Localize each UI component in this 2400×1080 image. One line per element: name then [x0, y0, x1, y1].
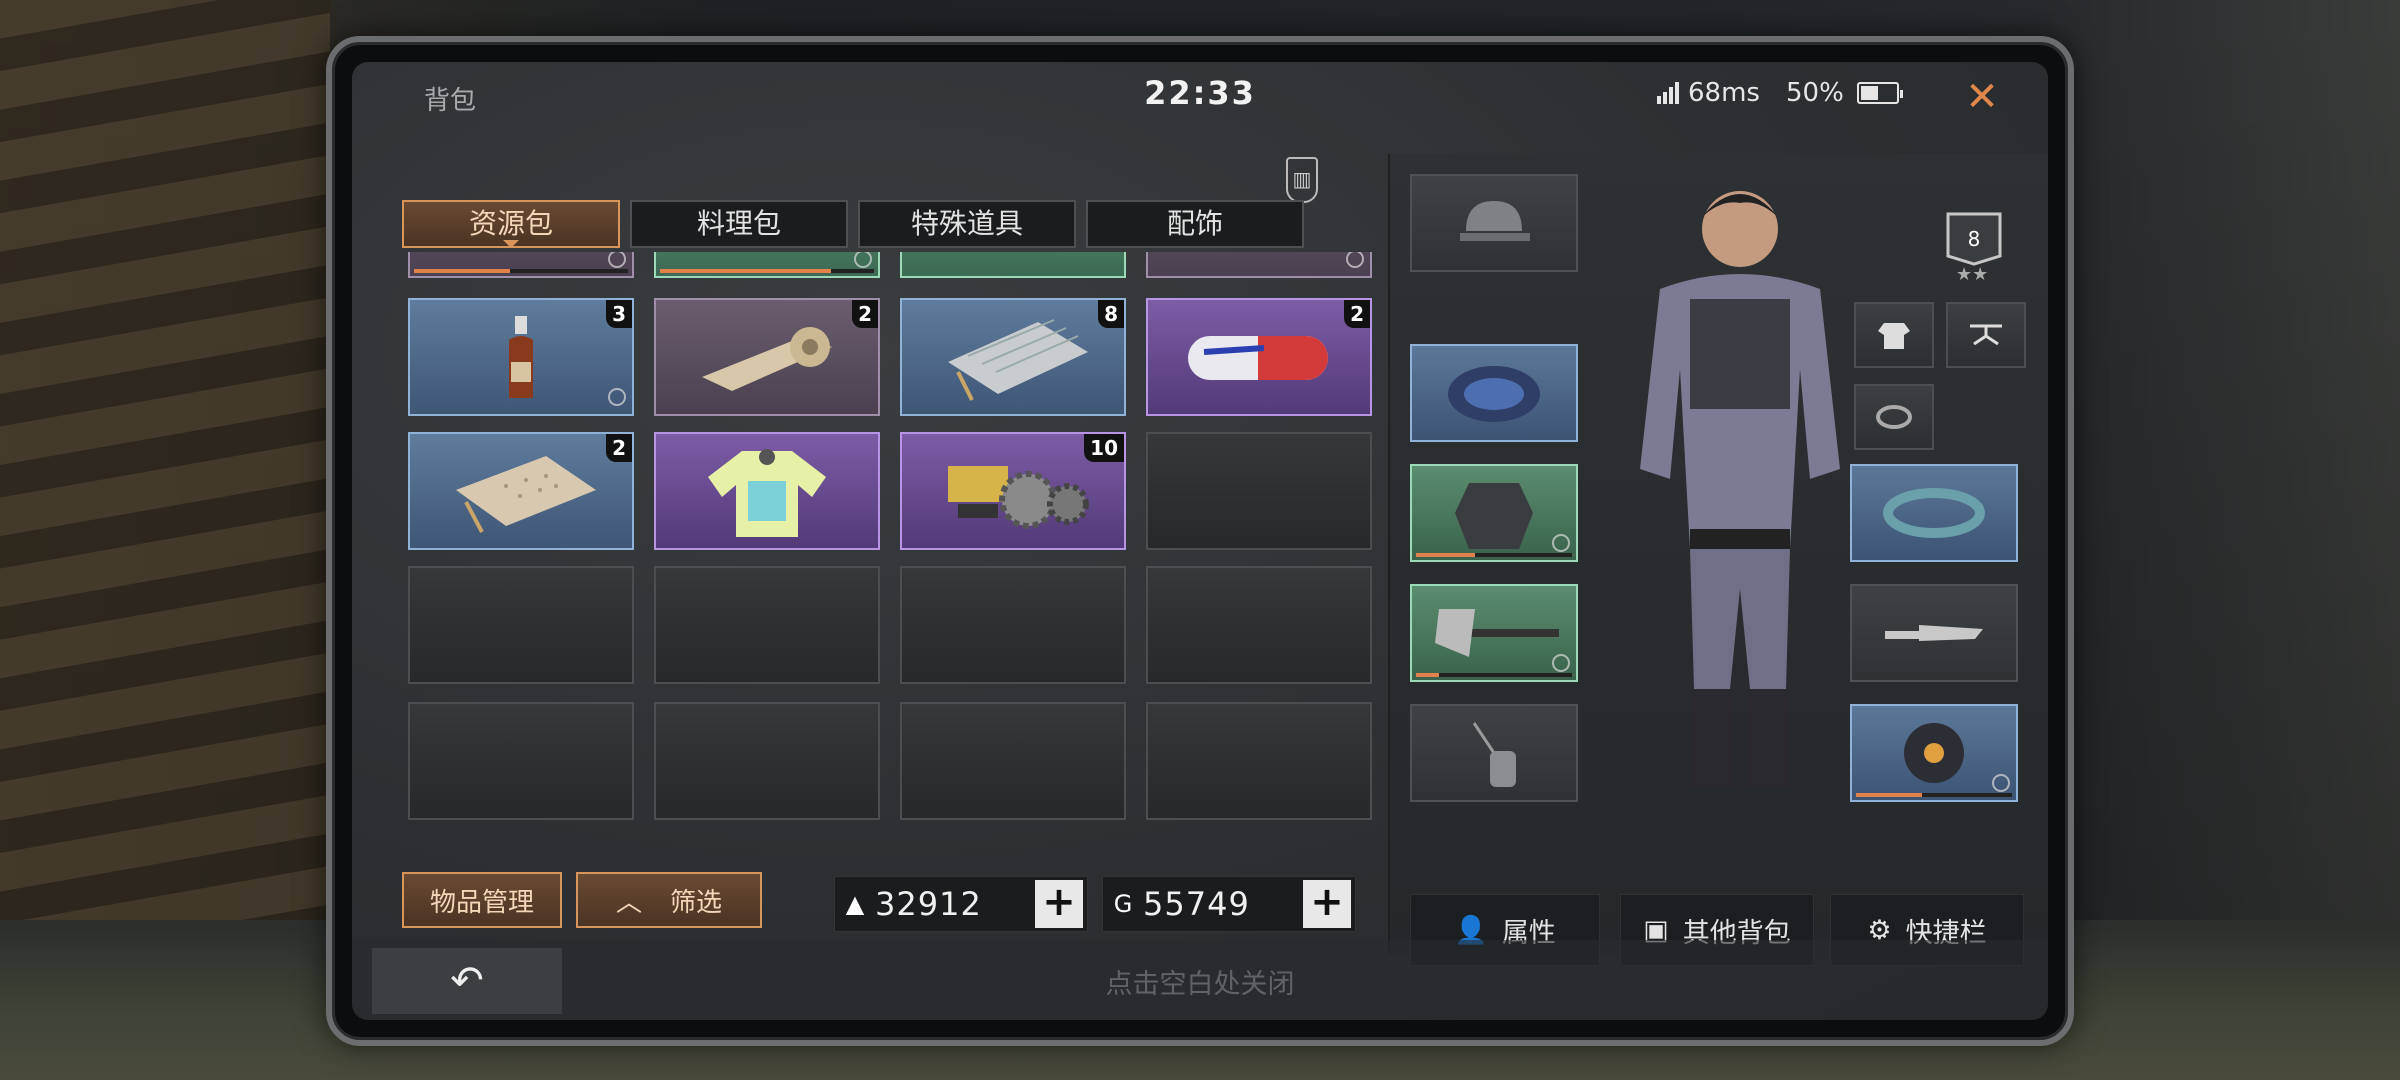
character-model: [1640, 191, 1840, 789]
empty-slot[interactable]: [900, 702, 1126, 820]
empty-slot[interactable]: [900, 566, 1126, 684]
item-count: 10: [1084, 434, 1124, 462]
equipment-panel: 8 ★★ 👤 属性 ▣ 其他背包 ⚙ 快捷栏: [1388, 154, 2048, 966]
empty-slot[interactable]: [1146, 432, 1372, 550]
drone-icon[interactable]: [1946, 302, 2026, 368]
slot-melee-axe[interactable]: [1410, 584, 1578, 682]
battery-text: 50%: [1786, 78, 1844, 108]
empty-slot[interactable]: [654, 566, 880, 684]
item-medicine-bottle[interactable]: 3: [408, 298, 634, 416]
shirt-icon: [708, 449, 826, 537]
inventory-slot[interactable]: [900, 252, 1126, 278]
slot-armor[interactable]: [1410, 464, 1578, 562]
tab-special-items[interactable]: 特殊道具: [858, 200, 1076, 248]
background-wall: [0, 0, 330, 1080]
signal-icon: [1657, 82, 1679, 104]
empty-slot[interactable]: [1146, 566, 1372, 684]
dogtag-icon: [1472, 722, 1516, 787]
armor-icon: [1455, 483, 1533, 549]
filter-icon: ︿: [615, 887, 642, 918]
item-count: 2: [1344, 300, 1370, 328]
slot-dogtag[interactable]: [1410, 704, 1578, 802]
mask-icon: [1448, 366, 1540, 422]
inventory-slot[interactable]: [1146, 252, 1372, 278]
silver-amount: 32912: [875, 885, 982, 923]
close-hint[interactable]: 点击空白处关闭: [352, 962, 2048, 1001]
status-bar: 背包 22:33 68ms 50% ✕: [352, 62, 2048, 132]
empty-slot[interactable]: [408, 702, 634, 820]
item-bandage-roll[interactable]: 2: [654, 298, 880, 416]
item-pill-capsule[interactable]: 2: [1146, 298, 1372, 416]
gears-icon: [948, 466, 1089, 529]
gold-amount: 55749: [1143, 885, 1250, 923]
cap-icon: [1460, 201, 1530, 241]
add-silver-button[interactable]: +: [1035, 880, 1083, 928]
inventory-grid: 3 2 8 2 2 10: [408, 252, 1374, 842]
metal-sheet-icon: [948, 319, 1088, 401]
inventory-panel: ▥ 资源包 料理包 特殊道具 配饰 3 2 8 2 2 10 物品管理 ︿ 筛选…: [382, 152, 1382, 942]
inventory-slot[interactable]: [654, 252, 880, 278]
backpack-tablet: 背包 22:33 68ms 50% ✕ ▥ 资源包 料理包 特殊道具 配饰 3 …: [326, 36, 2074, 1046]
svg-text:8: 8: [1968, 227, 1981, 251]
item-metal-sheet[interactable]: 8: [900, 298, 1126, 416]
helmet-device-icon: [1904, 723, 1964, 783]
bottle-icon: [509, 316, 533, 398]
tab-accessories[interactable]: 配饰: [1086, 200, 1304, 248]
add-gold-button[interactable]: +: [1303, 880, 1351, 928]
level-badge: 8 ★★: [1938, 194, 2010, 285]
close-icon[interactable]: ✕: [1952, 72, 2012, 122]
bottom-bar: ↶ 点击空白处关闭: [352, 940, 2048, 1020]
silver-bar-icon: ▲: [845, 890, 865, 918]
bandage-icon: [702, 327, 832, 391]
slot-bracelet[interactable]: [1850, 464, 2018, 562]
slot-mask[interactable]: [1410, 344, 1578, 442]
inventory-slot[interactable]: [408, 252, 634, 278]
empty-slot[interactable]: [654, 702, 880, 820]
slot-helmet-device[interactable]: [1850, 704, 2018, 802]
axe-icon: [1435, 609, 1559, 657]
category-tabs: 资源包 料理包 特殊道具 配饰: [402, 200, 1304, 248]
item-count: 3: [606, 300, 632, 328]
item-gears-parts[interactable]: 10: [900, 432, 1126, 550]
slot-headwear[interactable]: [1410, 174, 1578, 272]
pill-icon: [1188, 336, 1328, 380]
fabric-sheet-icon: [456, 456, 596, 533]
slot-knife[interactable]: [1850, 584, 2018, 682]
storage-icon[interactable]: ▥: [1286, 157, 1318, 203]
currency-gold: G 55749 +: [1102, 876, 1356, 932]
empty-slot[interactable]: [408, 566, 634, 684]
currency-silver: ▲ 32912 +: [834, 876, 1088, 932]
ring-icon[interactable]: [1854, 384, 1934, 450]
manage-items-button[interactable]: 物品管理: [402, 872, 562, 928]
battery-icon: [1857, 82, 1903, 104]
filter-button[interactable]: ︿ 筛选: [576, 872, 762, 928]
bracelet-icon: [1883, 488, 1985, 538]
knife-icon: [1885, 625, 1983, 641]
item-count: 8: [1098, 300, 1124, 328]
tab-resource[interactable]: 资源包: [402, 200, 620, 248]
tab-cooking[interactable]: 料理包: [630, 200, 848, 248]
filter-label: 筛选: [670, 887, 723, 918]
gold-coin-icon: G: [1113, 890, 1133, 918]
item-fabric-sheet[interactable]: 2: [408, 432, 634, 550]
outfit-icon[interactable]: [1854, 302, 1934, 368]
ping-text: 68ms: [1688, 78, 1760, 108]
item-count: 2: [852, 300, 878, 328]
item-jersey-shirt[interactable]: [654, 432, 880, 550]
backpack-screen: 背包 22:33 68ms 50% ✕ ▥ 资源包 料理包 特殊道具 配饰 3 …: [352, 62, 2048, 1020]
empty-slot[interactable]: [1146, 702, 1372, 820]
inventory-actions: 物品管理 ︿ 筛选: [402, 872, 762, 928]
item-count: 2: [606, 434, 632, 462]
svg-text:★★: ★★: [1956, 264, 1988, 280]
